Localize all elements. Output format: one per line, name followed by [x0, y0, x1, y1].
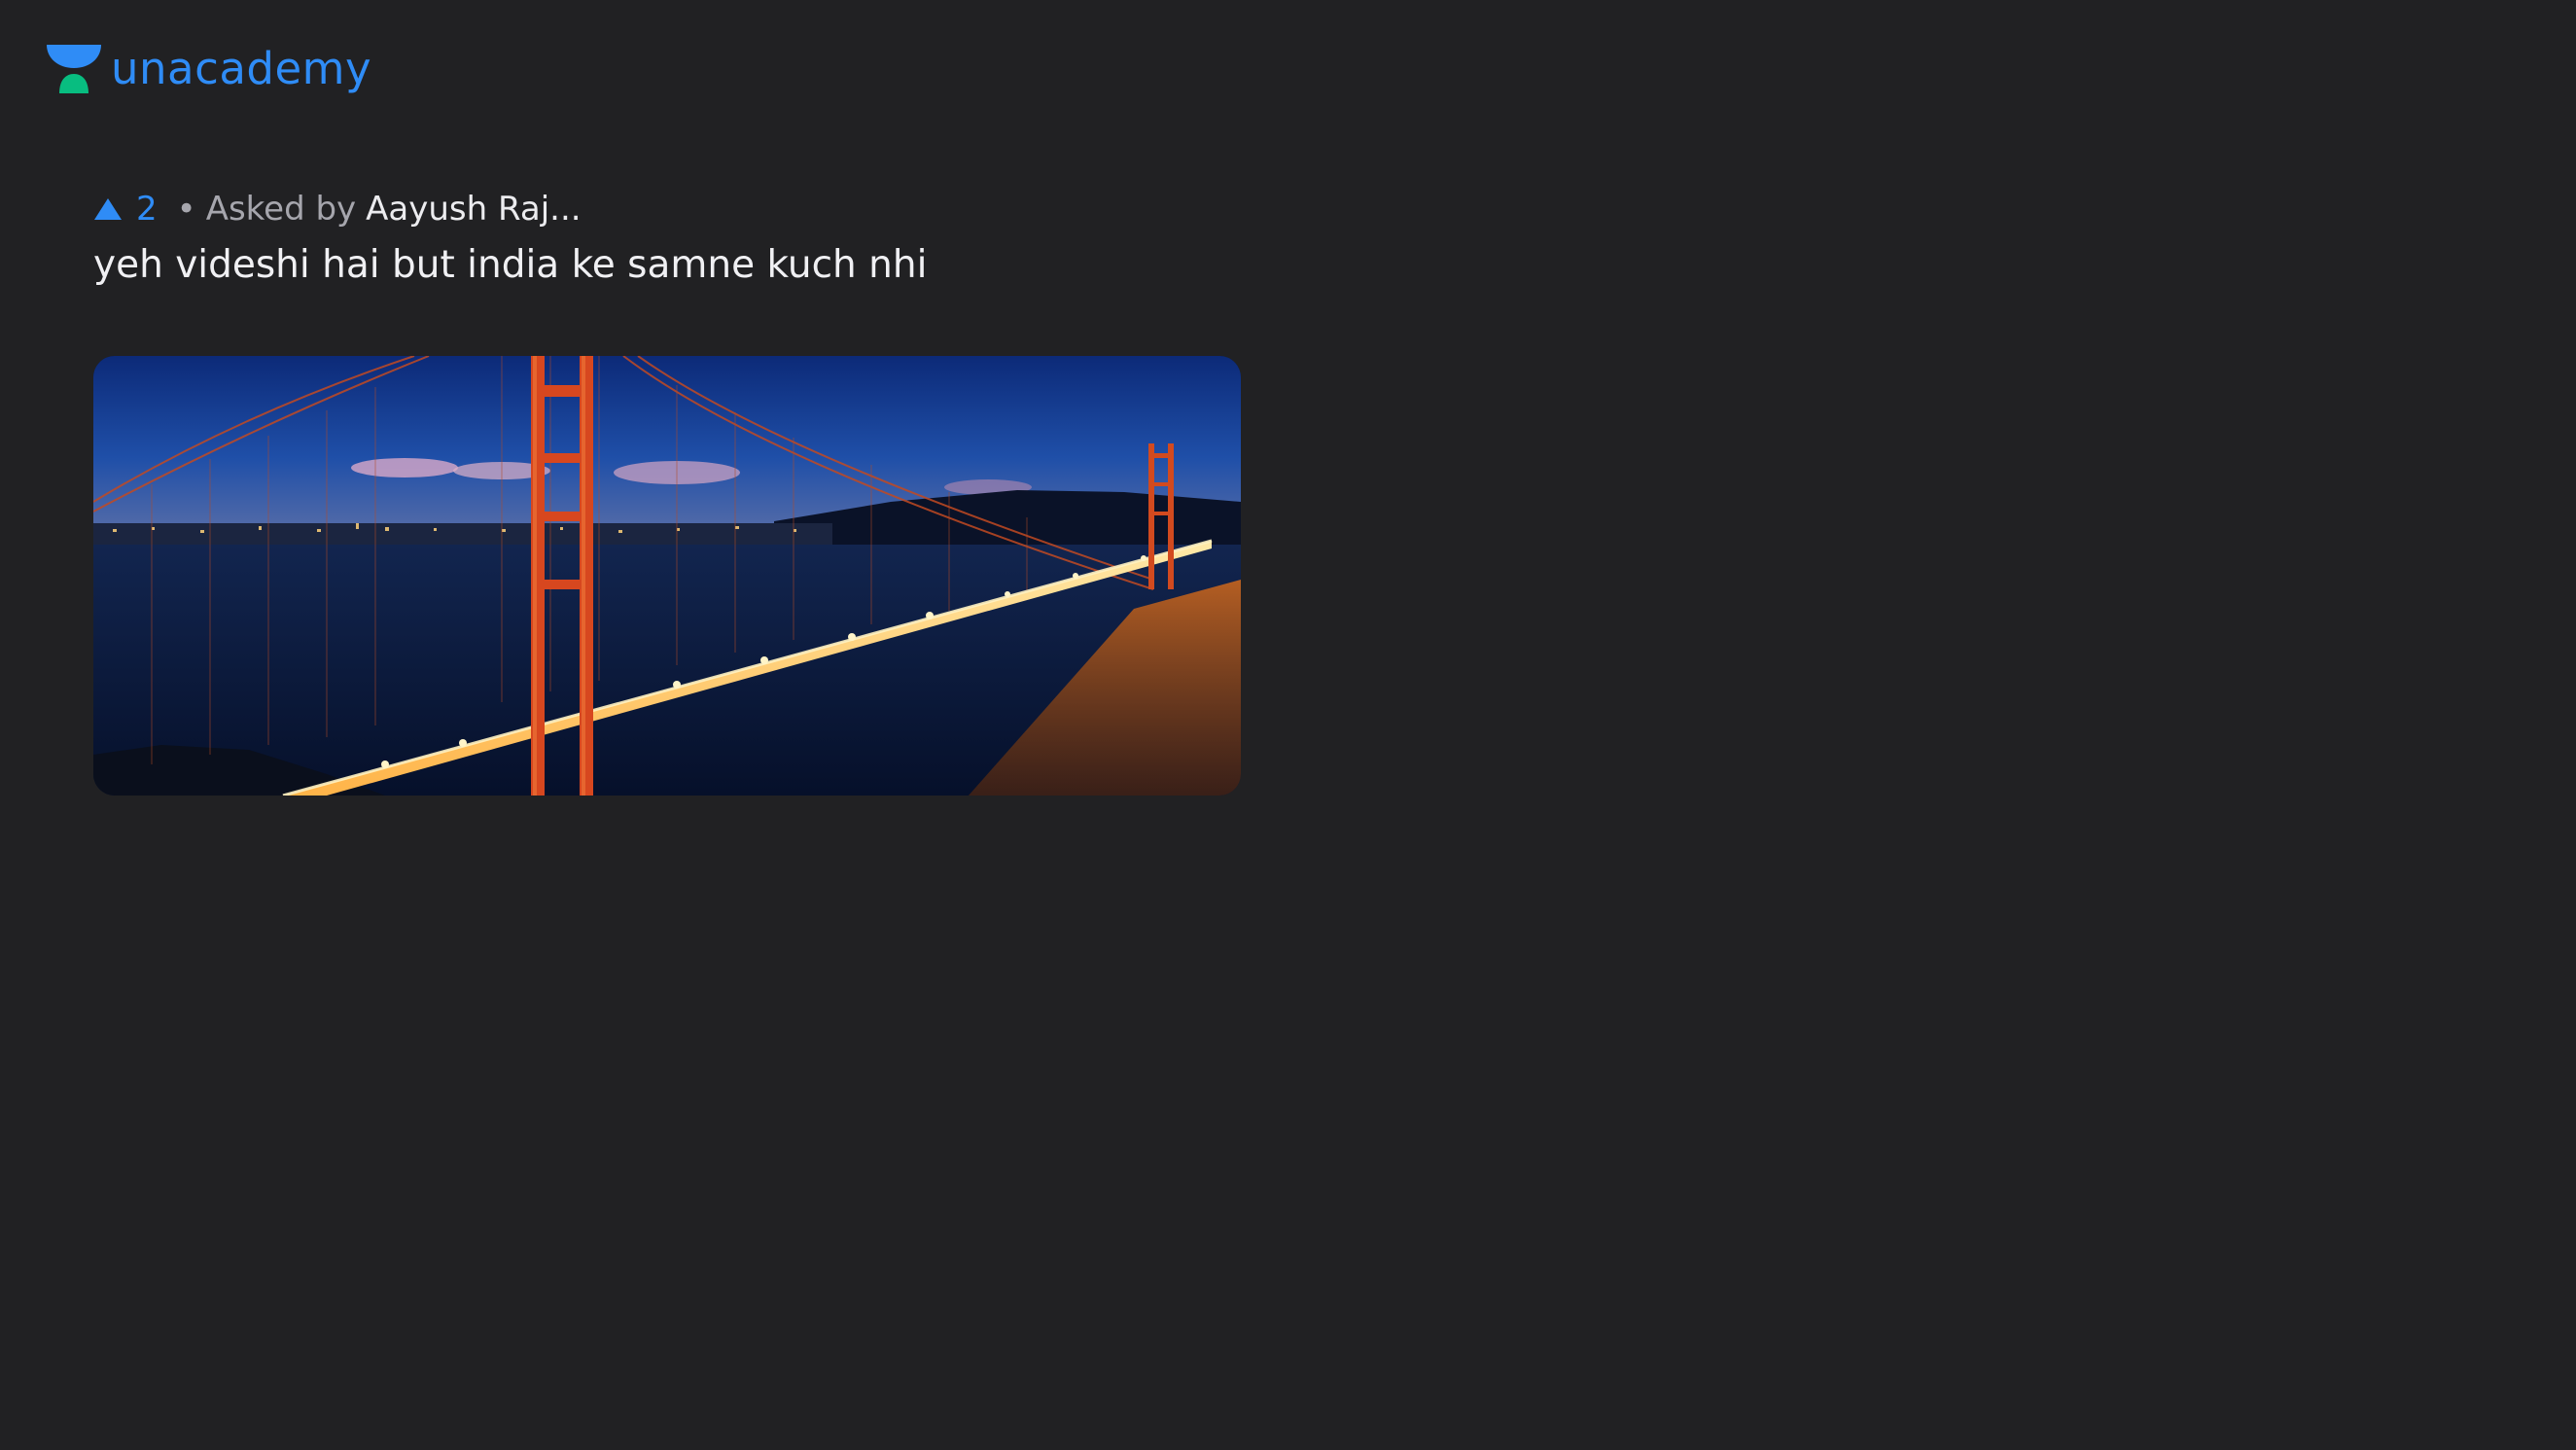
- question-text: yeh videshi hai but india ke samne kuch …: [93, 243, 928, 287]
- question-meta: 2 • Asked by Aayush Raj...: [93, 187, 582, 231]
- logo-wordmark: unacademy: [111, 42, 372, 94]
- asked-by-label: Asked by: [205, 190, 357, 229]
- upvote-triangle-icon[interactable]: [93, 197, 123, 221]
- question-image[interactable]: [93, 356, 1241, 796]
- upvote-count: 2: [136, 190, 158, 229]
- asker-name[interactable]: Aayush Raj...: [366, 190, 581, 229]
- meta-separator: •: [176, 190, 196, 229]
- unacademy-logo[interactable]: unacademy: [45, 39, 371, 97]
- bridge-night-photo: [93, 356, 1241, 796]
- unacademy-logo-icon: [47, 45, 101, 93]
- page: unacademy 2 • Asked by Aayush Raj... yeh…: [0, 0, 2576, 1450]
